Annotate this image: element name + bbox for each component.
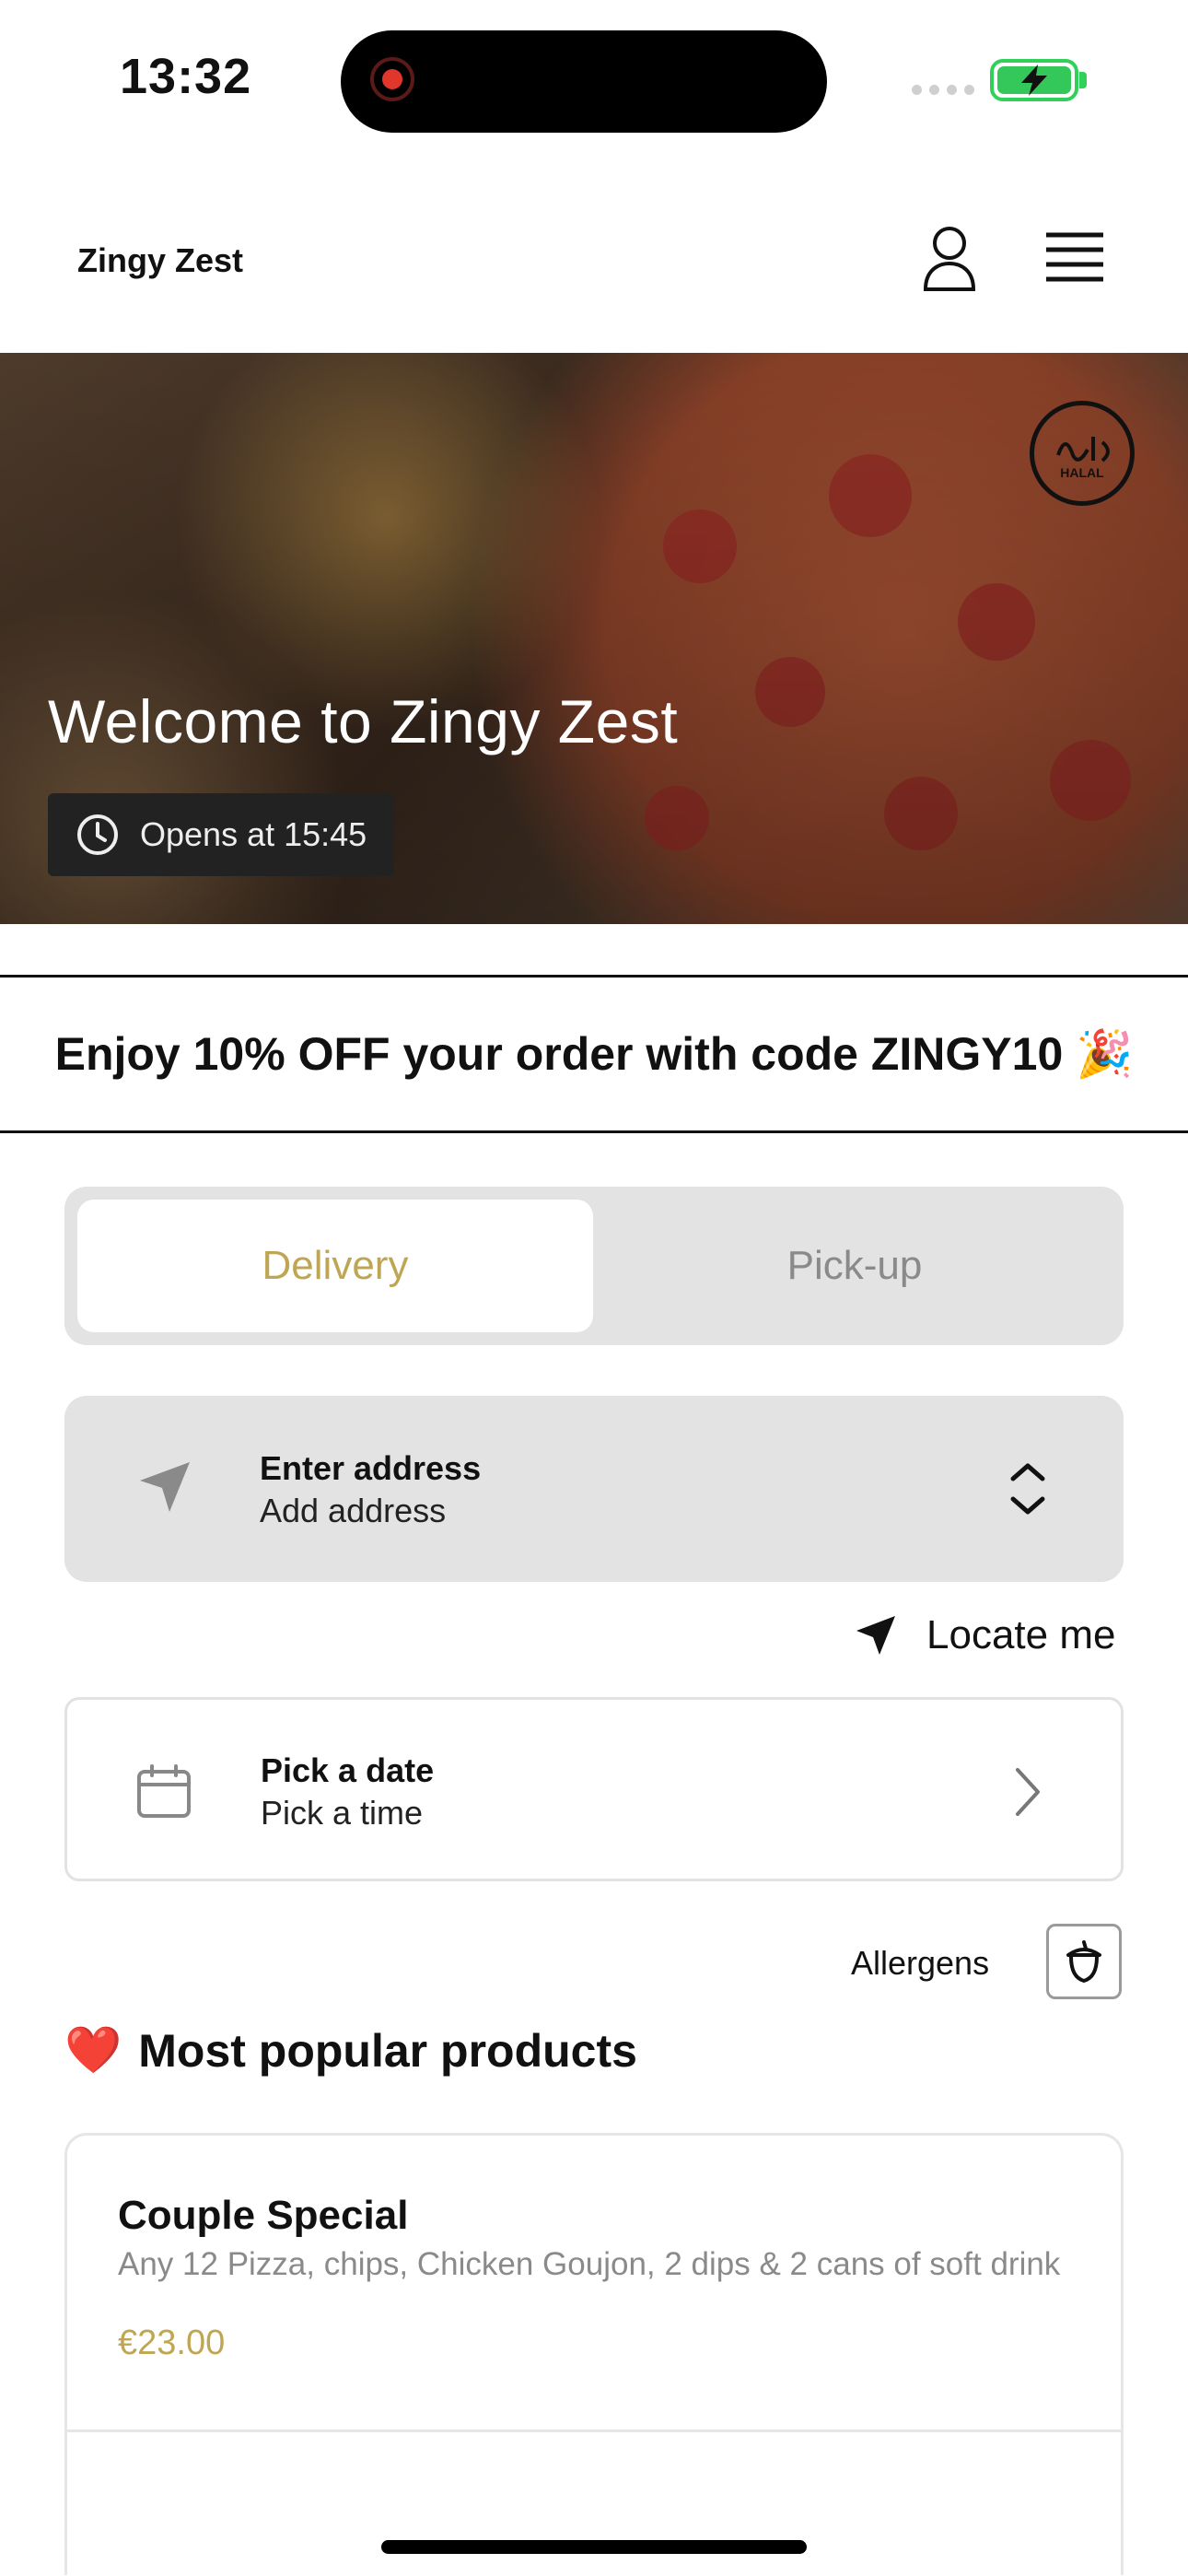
chevron-up-down-icon xyxy=(1010,1463,1045,1515)
order-mode-toggle: Delivery Pick-up xyxy=(64,1187,1124,1345)
section-title-popular: ❤️ Most popular products xyxy=(64,2023,637,2078)
date-time-picker[interactable]: Pick a date Pick a time xyxy=(64,1697,1124,1881)
tab-delivery[interactable]: Delivery xyxy=(77,1200,593,1332)
clock-icon xyxy=(77,814,118,855)
signal-icon xyxy=(912,85,974,95)
allergens-label: Allergens xyxy=(851,1944,990,1982)
halal-badge-icon: HALAL xyxy=(1030,401,1135,506)
account-icon[interactable] xyxy=(917,221,982,295)
status-time: 13:32 xyxy=(120,49,252,104)
address-subtitle: Add address xyxy=(260,1492,447,1529)
home-indicator[interactable] xyxy=(381,2540,807,2554)
recording-icon xyxy=(370,57,414,101)
locate-me-button[interactable]: Locate me xyxy=(853,1612,1115,1658)
hero-banner: HALAL Welcome to Zingy Zest Opens at 15:… xyxy=(0,353,1188,924)
location-arrow-icon xyxy=(856,1616,895,1655)
calendar-icon xyxy=(137,1764,191,1818)
brand-name[interactable]: Zingy Zest xyxy=(77,241,243,280)
time-subtitle: Pick a time xyxy=(261,1794,424,1832)
product-price: €23.00 xyxy=(118,2324,226,2362)
acorn-icon xyxy=(1066,1940,1101,1984)
locate-me-label: Locate me xyxy=(926,1612,1116,1657)
chevron-right-icon xyxy=(1016,1768,1040,1816)
hero-title: Welcome to Zingy Zest xyxy=(48,687,679,755)
date-title: Pick a date xyxy=(261,1751,435,1789)
address-title: Enter address xyxy=(260,1449,482,1487)
section-title-text: Most popular products xyxy=(138,2024,637,2077)
opening-hours-text: Opens at 15:45 xyxy=(140,815,367,853)
opening-hours-badge: Opens at 15:45 xyxy=(48,793,395,876)
product-name: Couple Special xyxy=(118,2193,409,2238)
heart-icon: ❤️ xyxy=(64,2024,122,2076)
product-description: Any 12 Pizza, chips, Chicken Goujon, 2 d… xyxy=(118,2246,1061,2282)
allergens-button[interactable] xyxy=(1046,1924,1122,1999)
battery-tip xyxy=(1079,72,1087,88)
battery-icon xyxy=(990,59,1078,101)
navigation-arrow-icon xyxy=(140,1462,190,1512)
promo-banner: Enjoy 10% OFF your order with code ZINGY… xyxy=(0,975,1188,1133)
card-divider xyxy=(64,2430,1124,2432)
tab-pick-up[interactable]: Pick-up xyxy=(597,1200,1112,1332)
menu-icon[interactable] xyxy=(1044,230,1105,286)
svg-text:HALAL: HALAL xyxy=(1060,465,1104,480)
address-selector[interactable]: Enter address Add address xyxy=(64,1396,1124,1582)
